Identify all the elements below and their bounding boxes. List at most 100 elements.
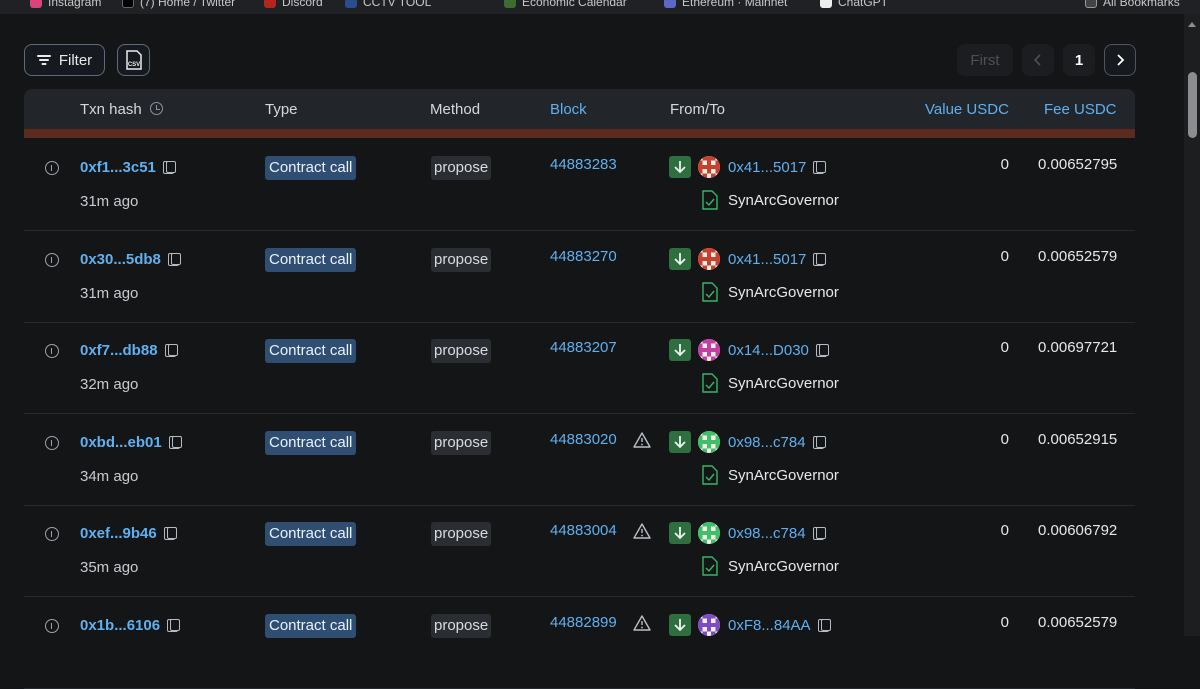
col-method: Method xyxy=(430,101,481,118)
bookmark-ethereum[interactable]: Ethereum · Mainnet xyxy=(664,0,787,9)
copy-icon[interactable] xyxy=(163,527,175,540)
table-row[interactable]: 0x30...5db8 31m ago Contract call propos… xyxy=(24,231,1135,323)
block-link[interactable]: 44882899 xyxy=(550,614,617,631)
bookmark-cctv[interactable]: CCTV TOOL xyxy=(345,0,431,9)
info-icon[interactable] xyxy=(45,344,59,358)
txn-fee: 0.00606792 xyxy=(1038,522,1118,539)
txn-value: 0 xyxy=(1000,522,1009,539)
block-link[interactable]: 44883270 xyxy=(550,248,617,265)
to-contract-name[interactable]: SynArcGovernor xyxy=(728,284,839,301)
csv-icon-text: CSV xyxy=(127,62,139,68)
contract-document-icon xyxy=(702,464,718,485)
bookmark-discord[interactable]: Discord xyxy=(264,0,323,9)
block-link[interactable]: 44883283 xyxy=(550,156,617,173)
bookmark-label: CCTV TOOL xyxy=(363,0,432,9)
info-icon[interactable] xyxy=(45,161,59,175)
method-badge: propose xyxy=(431,156,492,180)
bookmark-instagram[interactable]: Instagram xyxy=(30,0,101,9)
incoming-arrow-icon xyxy=(669,247,691,270)
copy-icon[interactable] xyxy=(164,344,176,357)
from-address-link[interactable]: 0xF8...84AA xyxy=(728,617,829,634)
txn-hash-text[interactable]: 0x30...5db8 xyxy=(80,251,161,268)
copy-icon[interactable] xyxy=(815,344,827,357)
table-row[interactable]: 0xbd...eb01 34m ago Contract call propos… xyxy=(24,414,1135,506)
warning-icon xyxy=(633,431,651,448)
csv-file-icon: CSV xyxy=(125,50,142,70)
col-value[interactable]: Value USDC xyxy=(925,101,1009,118)
txn-hash-text[interactable]: 0x1b...6106 xyxy=(80,617,160,634)
txn-hash-link[interactable]: 0xef...9b46 xyxy=(80,525,175,542)
prev-page-button[interactable] xyxy=(1022,44,1054,76)
from-address-link[interactable]: 0x41...5017 xyxy=(728,251,825,268)
bookmark-economic-calendar[interactable]: Economic Calendar xyxy=(504,0,627,9)
from-address-text[interactable]: 0xF8...84AA xyxy=(728,617,811,634)
filter-button[interactable]: Filter xyxy=(24,44,105,76)
bookmark-twitter[interactable]: (7) Home / Twitter xyxy=(122,0,235,9)
info-icon[interactable] xyxy=(45,618,59,633)
from-address-text[interactable]: 0x98...c784 xyxy=(728,434,806,451)
to-contract-name[interactable]: SynArcGovernor xyxy=(728,192,839,209)
scrollbar-thumb[interactable] xyxy=(1188,72,1197,138)
to-contract-name[interactable]: SynArcGovernor xyxy=(728,467,839,484)
txn-hash-text[interactable]: 0xf1...3c51 xyxy=(80,159,156,176)
copy-icon[interactable] xyxy=(168,435,180,449)
to-contract-name[interactable]: SynArcGovernor xyxy=(728,558,839,575)
txn-type-badge: Contract call xyxy=(265,156,357,180)
from-address-text[interactable]: 0x41...5017 xyxy=(728,251,806,268)
copy-icon[interactable] xyxy=(817,618,829,632)
txn-fee: 0.00652915 xyxy=(1038,430,1118,448)
txn-fee: 0.00652795 xyxy=(1038,156,1118,173)
txn-age: 34m ago xyxy=(80,467,139,485)
txn-age: 31m ago xyxy=(80,193,139,210)
copy-icon[interactable] xyxy=(167,618,179,632)
txn-hash-text[interactable]: 0xbd...eb01 xyxy=(80,434,162,451)
method-badge: propose xyxy=(431,522,492,546)
bookmark-chatgpt[interactable]: ChatGPT xyxy=(820,0,888,9)
bookmark-all-bookmarks[interactable]: All Bookmarks xyxy=(1085,0,1180,9)
csv-download-button[interactable]: CSV xyxy=(117,44,150,76)
table-row[interactable]: 0xf7...db88 32m ago Contract call propos… xyxy=(24,322,1135,414)
txn-hash-text[interactable]: 0xf7...db88 xyxy=(80,342,158,359)
txn-hash-link[interactable]: 0x30...5db8 xyxy=(80,251,179,268)
table-row[interactable]: 0xf1...3c51 31m ago Contract call propos… xyxy=(24,139,1135,231)
from-address-text[interactable]: 0x14...D030 xyxy=(728,342,809,359)
txn-hash-text[interactable]: 0xef...9b46 xyxy=(80,525,157,542)
from-address-text[interactable]: 0x98...c784 xyxy=(728,525,806,542)
info-icon[interactable] xyxy=(45,527,59,541)
txn-hash-link[interactable]: 0xf7...db88 xyxy=(80,342,176,359)
copy-icon[interactable] xyxy=(167,252,179,266)
clock-icon[interactable] xyxy=(149,102,163,115)
txn-type-badge: Contract call xyxy=(265,613,357,638)
txn-age: 31m ago xyxy=(80,284,139,302)
copy-icon[interactable] xyxy=(812,435,824,449)
first-page-button[interactable]: First xyxy=(957,44,1013,76)
block-link[interactable]: 44883004 xyxy=(550,522,617,539)
from-address-link[interactable]: 0x98...c784 xyxy=(728,434,824,451)
current-page[interactable]: 1 xyxy=(1063,44,1095,76)
txn-hash-link[interactable]: 0x1b...6106 xyxy=(80,617,179,634)
scroll-up-arrow-icon[interactable] xyxy=(1188,22,1196,27)
block-link[interactable]: 44883207 xyxy=(550,339,617,356)
from-address-link[interactable]: 0x14...D030 xyxy=(728,342,827,359)
copy-icon[interactable] xyxy=(812,527,824,540)
next-page-button[interactable] xyxy=(1104,44,1136,76)
txn-value: 0 xyxy=(1000,247,1009,265)
copy-icon[interactable] xyxy=(162,161,174,174)
info-icon[interactable] xyxy=(45,435,59,450)
block-link[interactable]: 44883020 xyxy=(550,431,617,448)
from-address-link[interactable]: 0x41...5017 xyxy=(728,159,825,176)
copy-icon[interactable] xyxy=(813,161,825,174)
txn-hash-link[interactable]: 0xbd...eb01 xyxy=(80,434,180,451)
col-fee[interactable]: Fee USDC xyxy=(1044,101,1117,118)
table-row[interactable]: 0x1b...6106 Contract call propose 448828… xyxy=(24,597,1135,689)
to-contract-name[interactable]: SynArcGovernor xyxy=(728,375,839,392)
copy-icon[interactable] xyxy=(813,252,825,266)
txn-hash-link[interactable]: 0xf1...3c51 xyxy=(80,159,174,176)
from-address-link[interactable]: 0x98...c784 xyxy=(728,525,824,542)
col-block[interactable]: Block xyxy=(550,101,587,118)
from-address-text[interactable]: 0x41...5017 xyxy=(728,159,806,176)
table-header: Txn hash Type Method Block From/To Value… xyxy=(24,89,1135,129)
info-icon[interactable] xyxy=(45,252,59,267)
txn-value: 0 xyxy=(1000,613,1009,631)
table-row[interactable]: 0xef...9b46 35m ago Contract call propos… xyxy=(24,505,1135,597)
